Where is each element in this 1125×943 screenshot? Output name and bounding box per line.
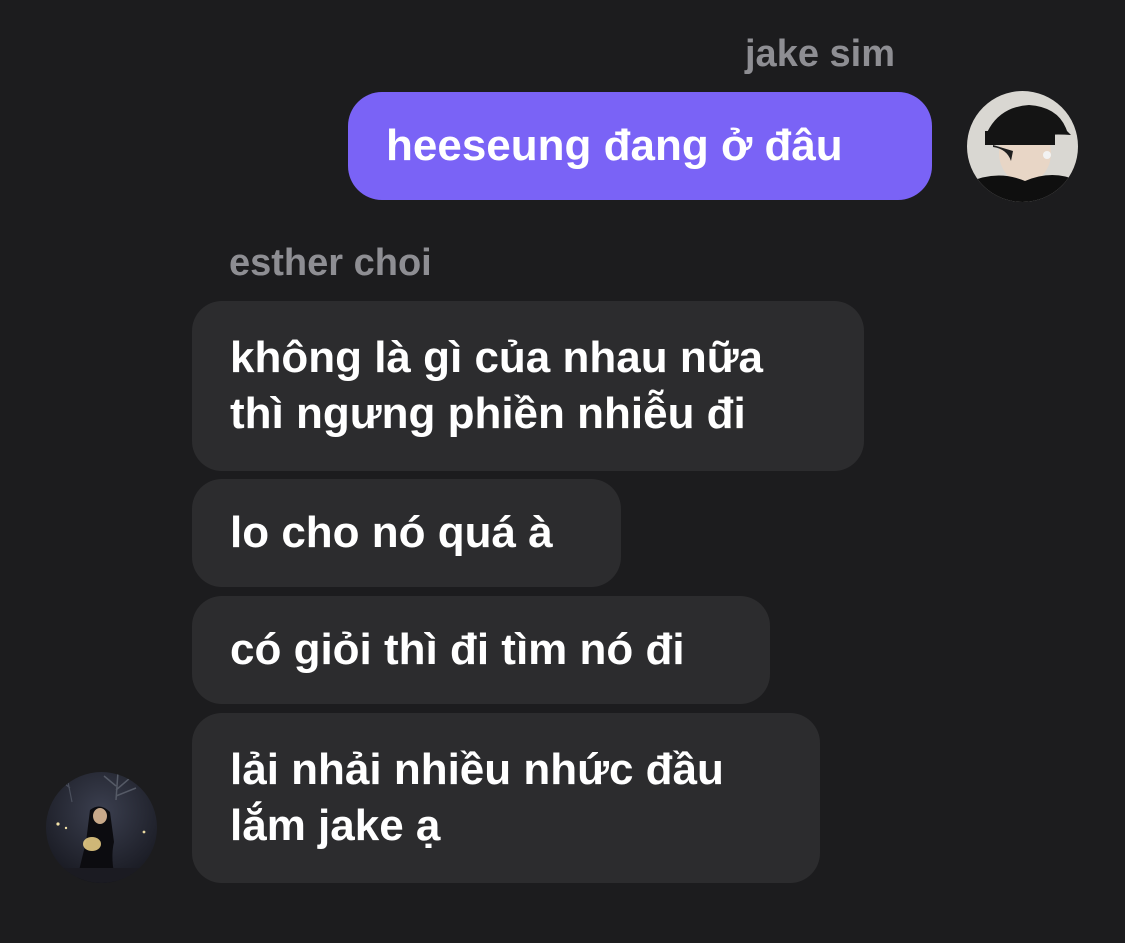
- message-text-line: không là gì của nhau nữa: [230, 333, 764, 382]
- message-text-line: thì ngưng phiền nhiễu đi: [230, 389, 746, 438]
- incoming-message-bubble[interactable]: lải nhải nhiều nhức đầu lắm jake ạ: [192, 713, 820, 883]
- incoming-message-bubble[interactable]: có giỏi thì đi tìm nó đi: [192, 596, 770, 704]
- outgoing-message-bubble[interactable]: heeseung đang ở đâu: [348, 92, 932, 200]
- jake-sim-avatar[interactable]: [967, 91, 1078, 202]
- avatar-photo-icon: [46, 772, 157, 883]
- message-text: heeseung đang ở đâu: [386, 121, 843, 170]
- incoming-sender-name: esther choi: [229, 242, 432, 284]
- outgoing-sender-name: jake sim: [745, 33, 895, 75]
- esther-choi-avatar[interactable]: [46, 772, 157, 883]
- message-text-line: lắm jake ạ: [230, 801, 441, 850]
- incoming-message-bubble[interactable]: không là gì của nhau nữa thì ngưng phiền…: [192, 301, 864, 471]
- avatar-photo-icon: [967, 91, 1078, 202]
- incoming-message-bubble[interactable]: lo cho nó quá à: [192, 479, 621, 587]
- message-text-line: lải nhải nhiều nhức đầu: [230, 745, 724, 794]
- message-text-line: có giỏi thì đi tìm nó đi: [230, 625, 685, 674]
- message-text-line: lo cho nó quá à: [230, 508, 553, 557]
